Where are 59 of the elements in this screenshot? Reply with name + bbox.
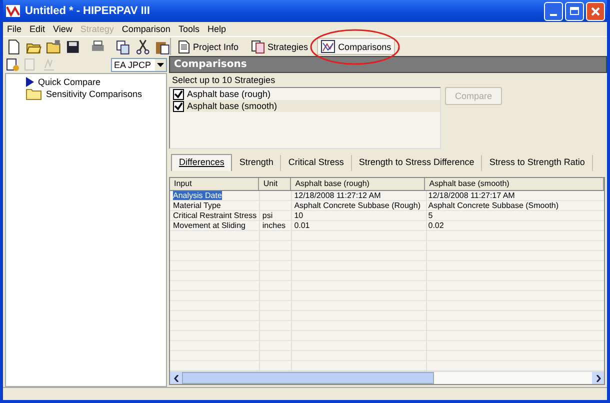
table-cell: 10 [294,211,304,220]
result-tab[interactable]: Differences [171,154,232,171]
checkbox[interactable] [173,88,184,100]
list-row[interactable]: Asphalt base (smooth) [170,100,440,112]
select-label: Select up to 10 Strategies [171,74,276,87]
table-cell: 0.02 [428,221,444,230]
table-cell: psi [262,211,273,220]
folder-icon [26,88,42,100]
result-tab[interactable]: Stress to Strength Ratio [482,155,593,171]
table-cell: Critical Restraint Stress [173,211,257,220]
table-cell: inches [262,221,286,230]
cut-icon[interactable] [134,38,150,54]
document-icon [178,40,190,54]
table-cell: 0.01 [294,221,310,230]
caret-icon [157,62,164,66]
result-tab[interactable]: Critical Stress [281,155,352,171]
table-cell: 12/18/2008 11:27:17 AM [428,191,515,200]
table-cell: Movement at Sliding [173,221,246,230]
table-cell: Asphalt Concrete Subbase (Smooth) [428,201,559,210]
menu-item[interactable]: Edit [26,24,50,34]
tree-item[interactable]: Sensitivity Comparisons [46,89,142,99]
minimize-button[interactable] [544,2,563,20]
result-tab[interactable]: Strength to Stress Difference [352,155,482,171]
chart-icon [321,40,336,53]
column-header[interactable]: Unit [259,178,292,190]
checkbox[interactable] [173,100,184,112]
column-header[interactable]: Asphalt base (rough) [291,178,426,190]
result-tab[interactable]: Strength [232,155,282,171]
table-cell: Asphalt Concrete Subbase (Rough) [294,201,420,210]
view-tab[interactable]: Project Info [175,38,242,54]
tree-item[interactable]: Quick Compare [38,77,101,87]
play-arrow-icon [26,77,34,87]
table-cell: Material Type [173,201,221,210]
view-tab[interactable]: Comparisons [317,38,396,55]
copy-icon[interactable] [114,38,130,54]
table-cell: 5 [428,211,433,220]
folder-icon[interactable] [46,38,62,54]
menu-item[interactable]: Comparison [118,24,174,34]
menu-item[interactable]: File [3,24,26,34]
save-icon[interactable] [65,38,81,54]
table-cell: Analysis Date [173,191,222,200]
window-title: Untitled * - HIPERPAV III [25,5,150,17]
column-header[interactable]: Input [170,178,260,190]
menu-item[interactable]: Help [203,24,230,34]
table-cell: 12/18/2008 11:27:12 AM [294,191,381,200]
column-header[interactable]: Asphalt base (smooth) [425,178,604,190]
add-document-icon[interactable] [6,58,20,72]
documents-icon [250,40,265,54]
menu-item[interactable]: View [49,24,76,34]
close-icon [591,6,600,16]
panel-title: Comparisons [169,56,607,73]
strategy-dropdown[interactable]: EA JPCP [111,58,167,72]
view-tab[interactable]: Strategies [248,38,312,54]
close-button[interactable] [586,2,605,20]
list-row[interactable]: Asphalt base (rough) [170,88,440,100]
app-logo-icon [6,5,20,17]
menu-item[interactable]: Tools [174,24,204,34]
horizontal-scrollbar[interactable] [170,371,604,384]
maximize-button[interactable] [565,2,584,20]
